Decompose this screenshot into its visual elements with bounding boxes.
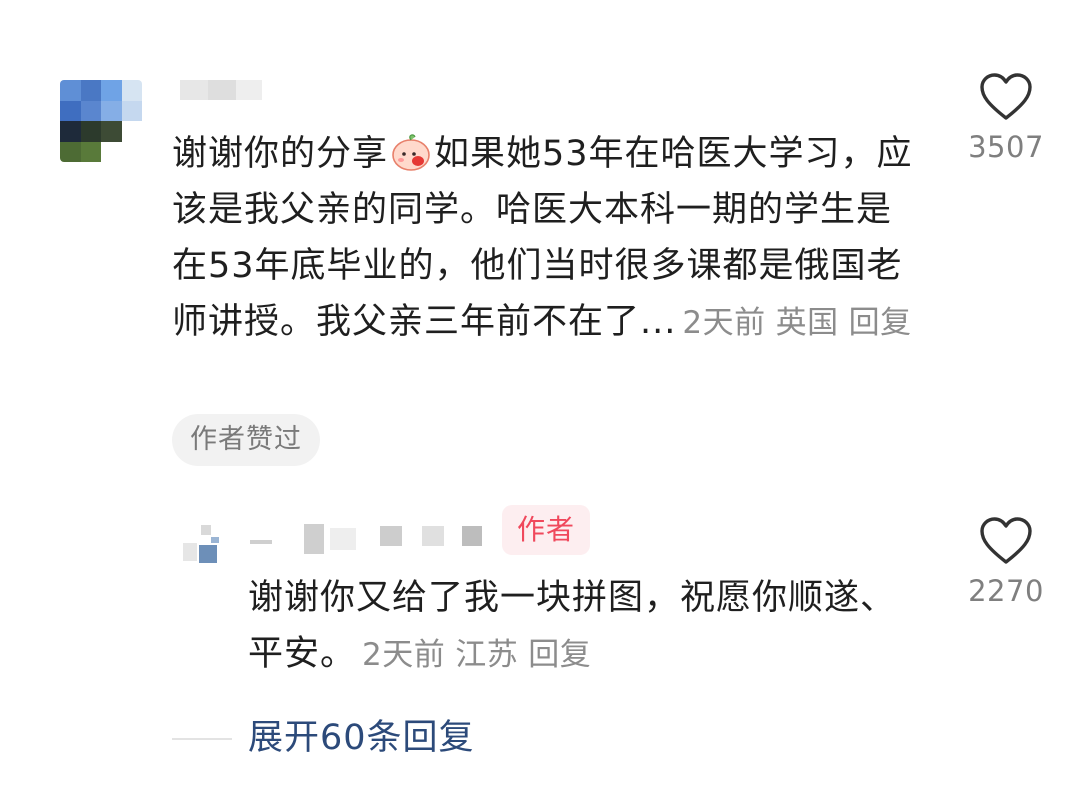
reply-avatar[interactable] bbox=[175, 515, 230, 565]
expand-replies-link[interactable]: 展开60条回复 bbox=[248, 714, 475, 762]
comment-location: 英国 bbox=[775, 305, 839, 341]
reply-reply-button[interactable]: 回复 bbox=[528, 637, 591, 673]
heart-outline-icon[interactable] bbox=[978, 516, 1034, 566]
comment-time: 2天前 bbox=[682, 305, 766, 341]
comment-meta: 2天前 英国 回复 bbox=[676, 305, 911, 341]
comment-like-button[interactable]: 3507 bbox=[961, 72, 1051, 164]
author-liked-tag: 作者赞过 bbox=[172, 414, 320, 466]
reply-location: 江苏 bbox=[455, 637, 519, 673]
comment-body: 谢谢你的分享 如果她53年在哈医大学习，应该是我父亲的同学。哈医大本科一期的学生是… bbox=[172, 126, 917, 351]
comment-text-part1: 谢谢你的分享 bbox=[172, 134, 389, 174]
reply-meta: 2天前 江苏 回复 bbox=[356, 637, 591, 673]
comment-reply-button[interactable]: 回复 bbox=[849, 305, 912, 341]
reply-like-button[interactable]: 2270 bbox=[961, 516, 1051, 608]
reply-body: 谢谢你又给了我一块拼图，祝愿你顺遂、平安。 2天前 江苏 回复 bbox=[248, 570, 928, 683]
heart-outline-icon[interactable] bbox=[978, 72, 1034, 122]
reply-time: 2天前 bbox=[362, 637, 446, 673]
commenter-avatar[interactable] bbox=[60, 80, 142, 162]
comment-like-count: 3507 bbox=[968, 130, 1044, 164]
reply-like-count: 2270 bbox=[968, 574, 1044, 608]
expand-divider bbox=[172, 738, 232, 740]
commenter-username-blurred[interactable] bbox=[180, 80, 262, 102]
blushing-peach-emoji bbox=[392, 134, 430, 171]
author-badge: 作者 bbox=[502, 505, 590, 555]
